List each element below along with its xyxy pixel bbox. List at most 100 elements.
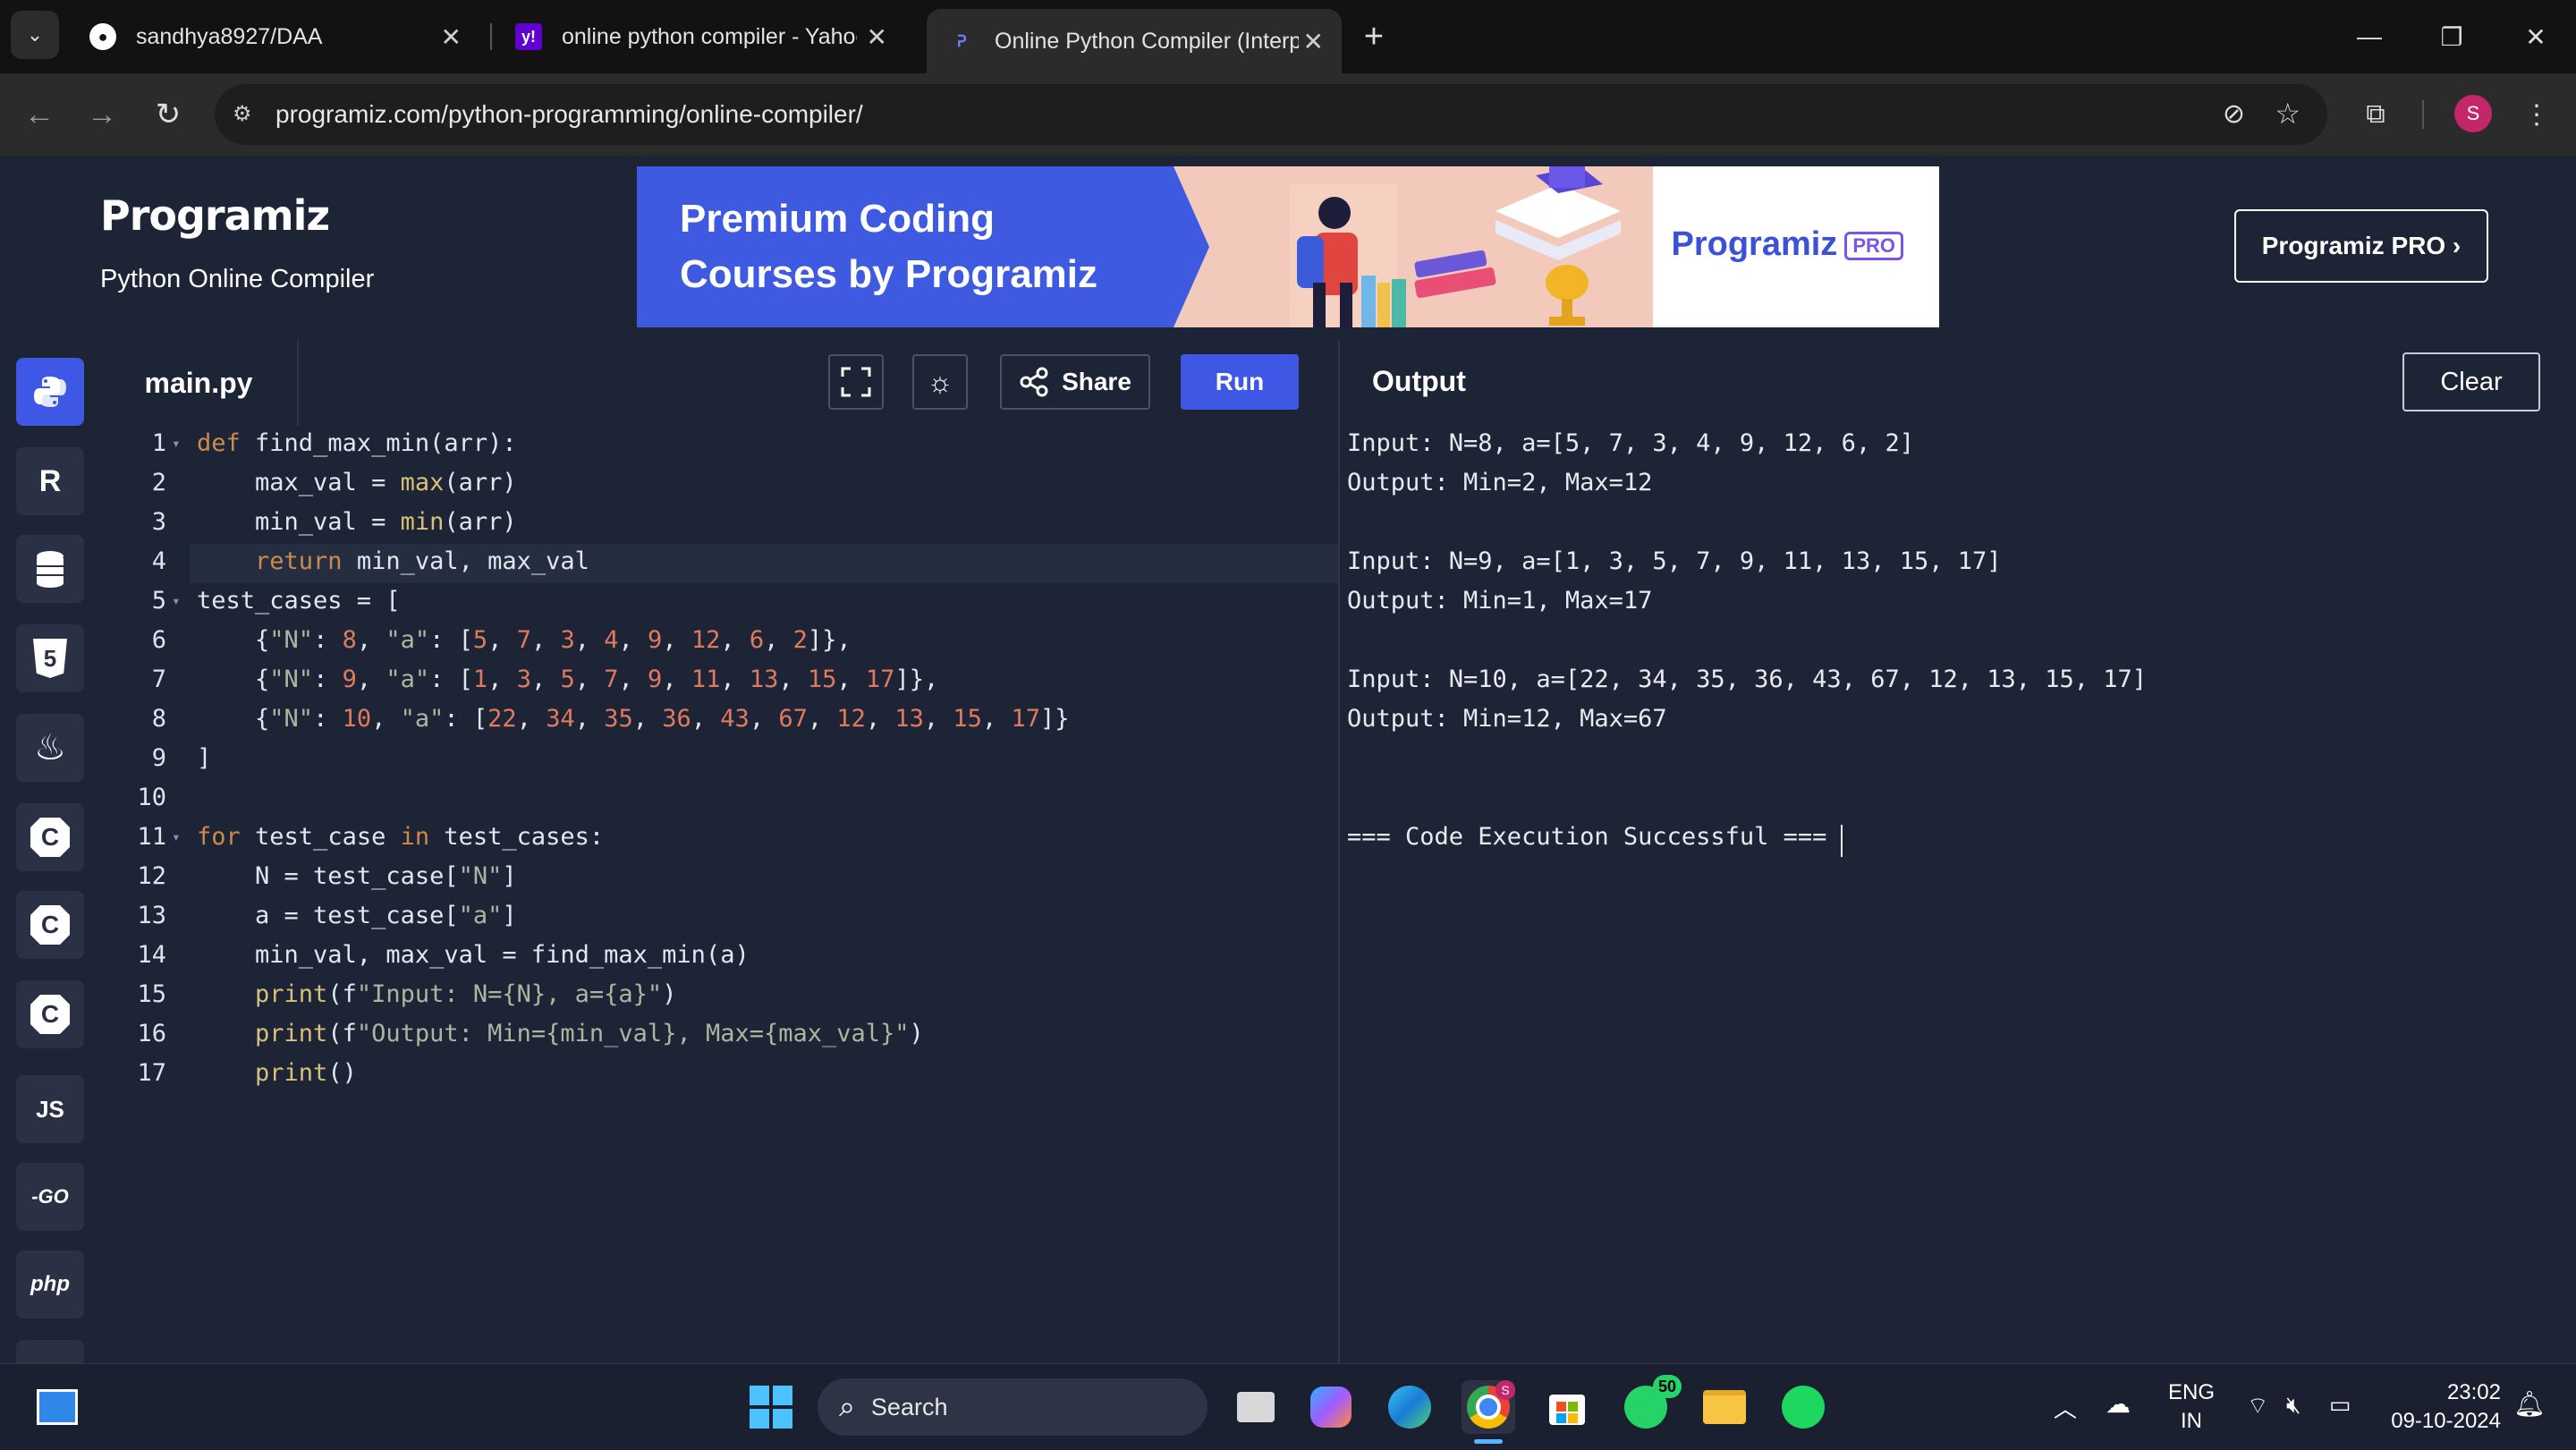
output-line: Input: N=8, a=[5, 7, 3, 4, 9, 12, 6, 2]: [1347, 429, 1914, 457]
toolbar-divider: [2422, 100, 2424, 129]
r-icon[interactable]: R: [16, 447, 84, 515]
input-language-indicator[interactable]: ENG IN: [2168, 1378, 2215, 1436]
forward-arrow-icon[interactable]: →: [80, 93, 123, 136]
close-tab-icon[interactable]: ✕: [1303, 27, 1324, 56]
go-icon[interactable]: -GO: [16, 1163, 84, 1231]
line-number: 17: [137, 1059, 166, 1087]
file-explorer-icon[interactable]: [1698, 1380, 1751, 1434]
theme-toggle-icon[interactable]: ☼: [912, 354, 968, 410]
share-button[interactable]: Share: [1000, 354, 1150, 410]
close-window-icon[interactable]: ✕: [2504, 14, 2567, 59]
line-number: 15: [137, 980, 166, 1008]
spotify-icon[interactable]: [1776, 1380, 1830, 1434]
whatsapp-icon[interactable]: 50: [1619, 1375, 1682, 1434]
microsoft-store-icon[interactable]: [1540, 1380, 1594, 1434]
clock[interactable]: 23:02 09-10-2024: [2379, 1378, 2501, 1436]
code-line[interactable]: ]: [197, 744, 211, 772]
python-icon[interactable]: [16, 358, 84, 426]
site-header: Programiz Python Online Compiler Premium…: [0, 156, 2576, 340]
js-icon[interactable]: JS: [16, 1075, 84, 1143]
programiz-logo[interactable]: Programiz: [100, 191, 330, 240]
fold-arrow-icon[interactable]: ▾: [172, 592, 181, 609]
csharp-icon[interactable]: C: [16, 891, 84, 959]
chevron-up-icon[interactable]: ︿: [2054, 1391, 2077, 1424]
cpp-icon[interactable]: C: [16, 980, 84, 1048]
code-line[interactable]: {"N": 9, "a": [1, 3, 5, 7, 9, 11, 13, 15…: [197, 666, 938, 693]
browser-tab-yahoo[interactable]: y! online python compiler - Yahoo ✕: [494, 9, 905, 64]
fold-arrow-icon[interactable]: ▾: [172, 435, 181, 452]
battery-icon[interactable]: ▭: [2329, 1391, 2351, 1419]
output-console[interactable]: Input: N=8, a=[5, 7, 3, 4, 9, 12, 6, 2] …: [1338, 426, 2576, 1363]
java-icon[interactable]: ♨: [16, 714, 84, 782]
more-menu-icon[interactable]: ⋮: [2515, 93, 2558, 136]
tab-search-button[interactable]: ⌄: [11, 11, 59, 59]
edge-icon[interactable]: [1383, 1380, 1436, 1434]
html5-icon[interactable]: 5: [16, 624, 84, 692]
code-line[interactable]: print(): [197, 1059, 357, 1087]
code-line[interactable]: return min_val, max_val: [197, 547, 589, 575]
browser-tab-github[interactable]: ● sandhya8927/DAA ✕: [68, 9, 479, 64]
more-languages-item[interactable]: [16, 1340, 84, 1363]
notification-badge: 50: [1652, 1375, 1682, 1398]
onedrive-icon[interactable]: ☁: [2106, 1389, 2131, 1419]
clear-button[interactable]: Clear: [2402, 352, 2540, 411]
site-info-icon[interactable]: ⚙: [233, 101, 259, 128]
line-number: 14: [137, 941, 166, 969]
editor-toolbar: main.py ☼ Share Run: [100, 340, 1338, 428]
code-line[interactable]: a = test_case["a"]: [197, 902, 517, 929]
close-tab-icon[interactable]: ✕: [441, 22, 462, 52]
chrome-icon[interactable]: S: [1462, 1380, 1515, 1434]
back-arrow-icon[interactable]: ←: [18, 93, 61, 136]
task-view-icon[interactable]: [1229, 1380, 1283, 1434]
programiz-pro-button[interactable]: Programiz PRO ›: [2234, 209, 2488, 283]
run-button[interactable]: Run: [1181, 354, 1299, 410]
address-bar[interactable]: ⚙ programiz.com/python-programming/onlin…: [215, 84, 2327, 145]
url-text[interactable]: programiz.com/python-programming/online-…: [275, 100, 863, 129]
fullscreen-shape: [841, 367, 871, 397]
reload-icon[interactable]: ↻: [147, 93, 190, 136]
file-tab-main[interactable]: main.py: [100, 340, 299, 426]
volume-muted-icon[interactable]: 🔇︎: [2286, 1391, 2301, 1420]
notification-bell-icon[interactable]: 🔔︎: [2513, 1389, 2546, 1419]
fold-arrow-icon[interactable]: ▾: [172, 828, 181, 845]
sql-icon[interactable]: [16, 535, 84, 603]
code-line[interactable]: max_val = max(arr): [197, 469, 517, 496]
extensions-icon[interactable]: ⧉: [2354, 93, 2397, 136]
restore-icon[interactable]: ❐: [2420, 14, 2483, 59]
line-number: 2: [151, 469, 166, 496]
yahoo-icon: y!: [515, 23, 542, 50]
eye-slash-icon[interactable]: ⊘: [2223, 98, 2245, 130]
new-tab-button[interactable]: +: [1356, 14, 1392, 59]
php-icon[interactable]: php: [16, 1251, 84, 1319]
code-line[interactable]: min_val, max_val = find_max_min(a): [197, 941, 750, 969]
active-app-indicator: [1474, 1439, 1503, 1444]
profile-avatar[interactable]: S: [2454, 95, 2492, 132]
code-line[interactable]: print(f"Output: Min={min_val}, Max={max_…: [197, 1020, 924, 1047]
line-number: 4: [151, 547, 166, 575]
code-line[interactable]: def find_max_min(arr):: [197, 429, 517, 457]
code-line[interactable]: print(f"Input: N={N}, a={a}"): [197, 980, 676, 1008]
tab-divider: [490, 23, 492, 50]
code-line[interactable]: {"N": 10, "a": [22, 34, 35, 36, 43, 67, …: [197, 705, 1069, 733]
star-icon[interactable]: ☆: [2275, 97, 2301, 131]
banner-headline: Premium Coding Courses by Programiz: [680, 197, 1098, 296]
taskbar-search-box[interactable]: ⌕ Search: [818, 1378, 1208, 1436]
code-line[interactable]: {"N": 8, "a": [5, 7, 3, 4, 9, 12, 6, 2]}…: [197, 626, 852, 654]
output-line: Output: Min=12, Max=67: [1347, 705, 1667, 733]
promo-banner[interactable]: Premium Coding Courses by Programiz Prog…: [637, 166, 1939, 327]
fullscreen-icon[interactable]: [828, 354, 884, 410]
minimize-icon[interactable]: —: [2338, 14, 2401, 59]
copilot-icon[interactable]: [1304, 1380, 1358, 1434]
code-editor[interactable]: 1 2 3 4 5 6 7 8 9 10 11 12 13 14 15 16 1…: [100, 426, 1338, 1363]
wifi-icon[interactable]: ⌔: [2247, 1391, 2268, 1420]
close-tab-icon[interactable]: ✕: [867, 22, 887, 52]
browser-tab-programiz[interactable]: ᕈ Online Python Compiler (Interp ✕: [927, 9, 1342, 73]
line-number: 13: [137, 902, 166, 929]
code-line[interactable]: N = test_case["N"]: [197, 862, 517, 890]
windows-start-icon[interactable]: [744, 1380, 798, 1434]
code-line[interactable]: test_cases = [: [197, 587, 401, 615]
widgets-icon[interactable]: [30, 1380, 84, 1434]
code-line[interactable]: for test_case in test_cases:: [197, 823, 604, 851]
c-icon[interactable]: C: [16, 803, 84, 871]
code-line[interactable]: min_val = min(arr): [197, 508, 517, 536]
